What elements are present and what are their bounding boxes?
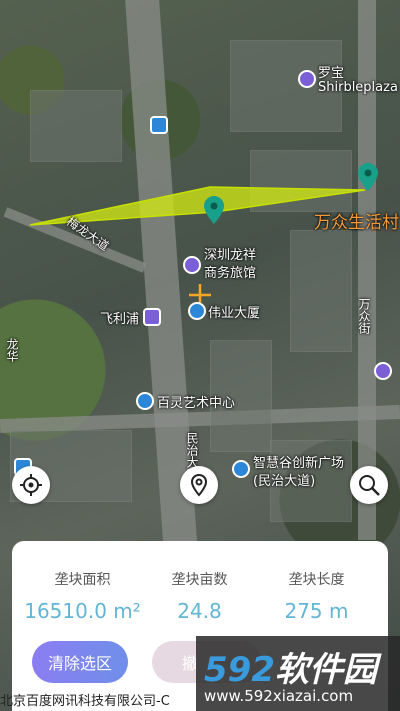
poi-label: Shirbleplaza: [318, 80, 398, 95]
poi-icon[interactable]: [136, 392, 154, 410]
watermark-logo-text: 软件园: [274, 650, 377, 690]
poi-label: 商务旅馆: [204, 266, 257, 281]
bus-stop-icon[interactable]: [150, 116, 168, 134]
area-value: 16510.0 m²: [24, 599, 141, 623]
poi-label: 深圳龙祥: [204, 248, 257, 263]
location-pin-icon: [190, 473, 208, 497]
poi-label: (民治大道): [253, 474, 316, 489]
location-pin-marker[interactable]: [204, 196, 224, 224]
poi-label: 飞利浦: [100, 312, 140, 327]
shop-icon[interactable]: [143, 308, 161, 326]
search-button[interactable]: [350, 466, 388, 504]
pin-location-button[interactable]: [180, 466, 218, 504]
clear-selection-button[interactable]: 清除选区: [32, 641, 128, 683]
poi-label: 万众生活村: [314, 213, 399, 233]
poi-label: 智慧谷创新广场: [253, 456, 345, 471]
area-title: 垄块面积: [54, 572, 111, 588]
length-stat: 垄块长度 275 m: [254, 569, 379, 623]
mu-value: 24.8: [177, 599, 222, 623]
poi-label: 罗宝: [318, 66, 345, 81]
watermark: 592软件园 www.592xiazai.com: [196, 636, 400, 711]
hotel-icon[interactable]: [183, 256, 201, 274]
poi-icon[interactable]: [298, 70, 316, 88]
watermark-logo: 592软件园: [204, 642, 377, 691]
poi-label: 百灵艺术中心: [157, 396, 236, 411]
length-title: 垄块长度: [288, 572, 345, 588]
road-label: 龙华: [5, 338, 19, 362]
poi-icon[interactable]: [374, 362, 392, 380]
map-copyright: 北京百度网讯科技有限公司-C: [0, 694, 170, 709]
mu-title: 垄块亩数: [171, 572, 228, 588]
mu-stat: 垄块亩数 24.8: [137, 569, 262, 623]
area-stat: 垄块面积 16510.0 m²: [20, 569, 145, 623]
length-value: 275 m: [284, 599, 349, 623]
locate-button[interactable]: [12, 466, 50, 504]
poi-label: 伟业大厦: [208, 306, 261, 321]
search-icon: [359, 475, 380, 496]
watermark-logo-number: 592: [204, 650, 275, 690]
building-icon[interactable]: [188, 302, 206, 320]
building-icon[interactable]: [232, 460, 250, 478]
watermark-url: www.592xiazai.com: [204, 687, 354, 705]
location-pin-marker[interactable]: [358, 163, 378, 191]
road-label: 万众街: [357, 298, 371, 334]
crosshair-icon: [20, 474, 42, 496]
